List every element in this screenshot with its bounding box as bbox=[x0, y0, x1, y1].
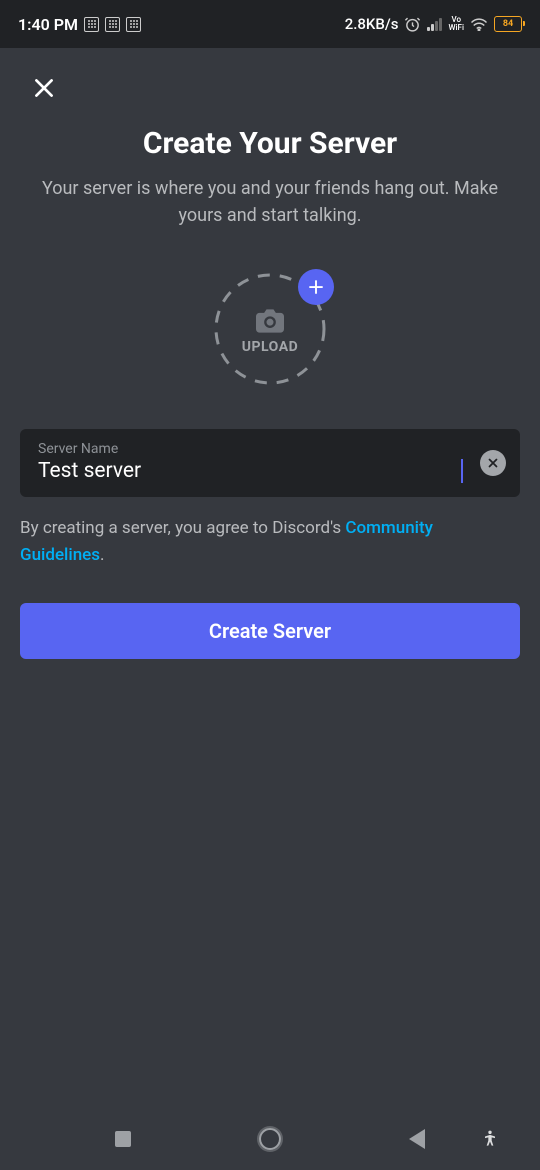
circle-icon bbox=[259, 1128, 281, 1150]
page-subtitle: Your server is where you and your friend… bbox=[20, 175, 520, 229]
clear-input-button[interactable] bbox=[480, 450, 506, 476]
status-right: 2.8KB/s VoWiFi 84 bbox=[345, 15, 522, 33]
upload-button[interactable]: UPLOAD bbox=[214, 273, 326, 385]
data-rate: 2.8KB/s bbox=[345, 15, 399, 33]
create-server-button[interactable]: Create Server bbox=[20, 603, 520, 659]
sim-icon-1 bbox=[84, 17, 99, 32]
server-name-field[interactable]: Server Name Test server bbox=[20, 429, 520, 497]
sim-icon-3 bbox=[126, 17, 141, 32]
triangle-icon bbox=[409, 1129, 425, 1149]
close-icon bbox=[31, 75, 57, 101]
agreement-prefix: By creating a server, you agree to Disco… bbox=[20, 518, 345, 538]
nav-recent-button[interactable] bbox=[103, 1119, 143, 1159]
agreement-suffix: . bbox=[100, 545, 104, 565]
page-title: Create Your Server bbox=[20, 126, 520, 161]
battery-icon: 84 bbox=[494, 16, 522, 32]
text-cursor bbox=[461, 459, 463, 483]
nav-accessibility-button[interactable] bbox=[470, 1119, 510, 1159]
alarm-icon bbox=[404, 16, 421, 33]
status-time: 1:40 PM bbox=[18, 15, 78, 34]
status-bar: 1:40 PM 2.8KB/s VoWiFi 84 bbox=[0, 0, 540, 48]
status-left: 1:40 PM bbox=[18, 15, 141, 34]
upload-area: UPLOAD bbox=[20, 273, 520, 385]
signal-icon bbox=[427, 17, 442, 31]
clear-icon bbox=[486, 456, 500, 470]
square-icon bbox=[115, 1131, 131, 1147]
close-button[interactable] bbox=[24, 68, 64, 108]
plus-icon bbox=[307, 278, 325, 296]
nav-home-button[interactable] bbox=[250, 1119, 290, 1159]
wifi-icon bbox=[470, 17, 488, 31]
agreement-text: By creating a server, you agree to Disco… bbox=[20, 515, 520, 569]
plus-badge bbox=[298, 269, 334, 305]
sim-icon-2 bbox=[105, 17, 120, 32]
nav-back-button[interactable] bbox=[397, 1119, 437, 1159]
accessibility-icon bbox=[480, 1129, 500, 1149]
vowifi-label: VoWiFi bbox=[448, 16, 464, 32]
content-area: Create Your Server Your server is where … bbox=[0, 48, 540, 679]
navigation-bar bbox=[0, 1108, 540, 1170]
input-label: Server Name bbox=[38, 441, 502, 457]
server-name-input[interactable]: Test server bbox=[38, 459, 462, 483]
